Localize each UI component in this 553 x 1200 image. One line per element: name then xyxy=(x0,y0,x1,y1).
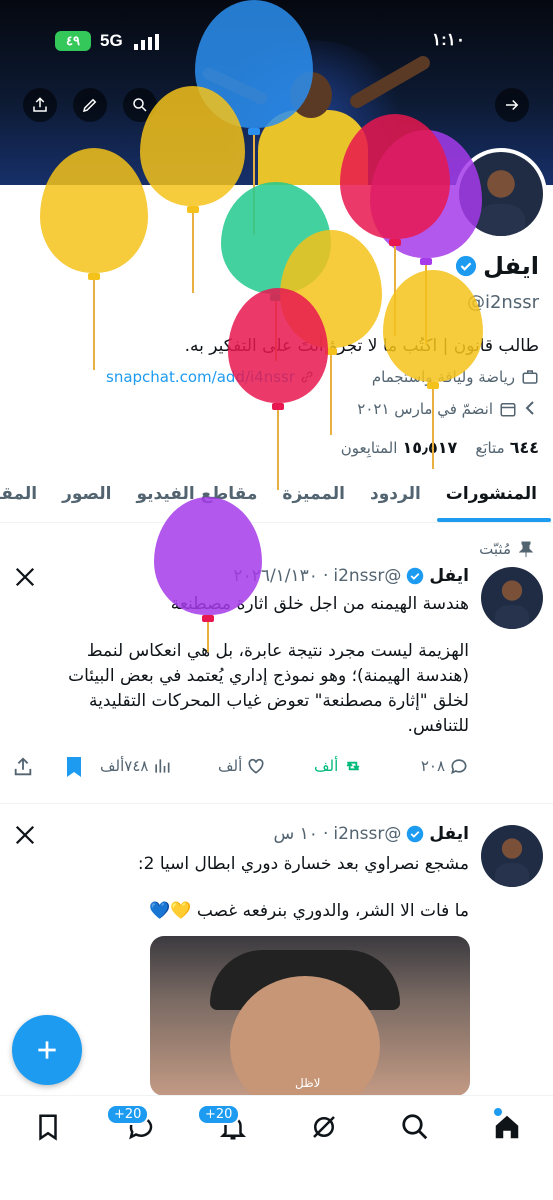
balloon-decoration xyxy=(228,288,328,490)
share-icon xyxy=(33,97,47,112)
arrow-right-icon xyxy=(506,99,519,111)
tweet-divider xyxy=(0,803,553,804)
network-label: 5G xyxy=(100,31,123,50)
retweet-count: ألف xyxy=(314,757,339,775)
status-time: ١:١٠ xyxy=(432,30,466,49)
balloon-decoration xyxy=(40,148,148,370)
pinned-label: مُثبّت xyxy=(479,540,511,558)
tweet-author-name[interactable]: ايفل xyxy=(429,824,469,844)
bottom-navigation: +20 +20 xyxy=(0,1095,553,1200)
following-stat[interactable]: ٦٤٤ متابَع xyxy=(475,438,539,457)
signal-icon xyxy=(134,34,160,54)
reply-button[interactable]: ٢٠٨ xyxy=(421,756,469,776)
home-unread-dot xyxy=(494,1108,502,1116)
compose-button[interactable] xyxy=(12,1015,82,1085)
tweet-text: مشجع نصراوي بعد خسارة دوري ابطال اسيا 2:… xyxy=(29,852,469,924)
video-caption: لاظل xyxy=(295,1076,321,1090)
like-button[interactable]: ألف xyxy=(218,756,266,776)
tweet-header: ايفل @i2nssr · ٢٠٢٦/١/١٣٠ xyxy=(233,566,469,586)
chevron-left-icon[interactable] xyxy=(522,398,538,422)
messages-badge: +20 xyxy=(106,1104,150,1125)
heart-icon xyxy=(248,758,264,774)
reply-count: ٢٠٨ xyxy=(420,757,445,775)
share-icon xyxy=(14,757,32,776)
tweet-time: ١٠ س xyxy=(273,824,318,844)
views-count: ٧٤٨ألف xyxy=(100,757,149,775)
tweet-header: ايفل @i2nssr · ١٠ س xyxy=(273,824,469,844)
tweet-line: لخلق "إثارة مصطنعة" تعوض غياب المحركات ا… xyxy=(88,691,469,711)
battery-level: ٤٩ xyxy=(66,33,80,48)
bookmark-filled-icon xyxy=(67,757,81,777)
tweet-avatar[interactable] xyxy=(478,822,546,890)
tweet-handle: @i2nssr xyxy=(333,566,402,586)
balloon-decoration xyxy=(154,497,262,652)
tweet-handle: @i2nssr xyxy=(333,824,402,844)
views-button[interactable]: ٧٤٨ألف xyxy=(100,756,172,776)
tweet-author-name[interactable]: ايفل xyxy=(429,566,469,586)
verified-badge-icon xyxy=(407,567,424,585)
tab-replies[interactable]: الردود xyxy=(370,484,421,524)
back-button[interactable] xyxy=(495,88,529,122)
tab-articles[interactable]: المقالا xyxy=(0,484,37,524)
profile-name: ايفل xyxy=(483,252,539,280)
bookmark-icon[interactable] xyxy=(33,1112,63,1142)
tabs-divider xyxy=(0,522,553,523)
pin-icon xyxy=(519,541,533,557)
retweet-icon xyxy=(346,761,360,771)
tweet-line: للتنافس. xyxy=(407,716,469,736)
tweet-avatar[interactable] xyxy=(478,564,546,632)
x-logo-icon xyxy=(14,566,36,592)
plus-icon xyxy=(38,1041,56,1059)
pencil-icon xyxy=(82,98,97,113)
tweet-line: مشجع نصراوي بعد خسارة دوري ابطال اسيا 2: xyxy=(137,854,469,874)
bookmark-button[interactable] xyxy=(64,756,84,782)
share-button[interactable] xyxy=(23,88,57,122)
grok-icon[interactable] xyxy=(309,1112,339,1142)
edit-button[interactable] xyxy=(73,88,107,122)
briefcase-icon xyxy=(522,370,538,384)
battery-indicator: ٤٩ xyxy=(55,31,91,51)
home-icon[interactable] xyxy=(492,1112,522,1142)
search-icon[interactable] xyxy=(400,1112,430,1142)
tab-highlights[interactable]: المميزة xyxy=(282,484,345,524)
like-count: ألف xyxy=(218,757,243,775)
balloon-decoration xyxy=(383,270,483,469)
retweet-button[interactable]: ألف xyxy=(314,756,364,776)
tweet-line: (هندسة الهيمنة)؛ وهو نموذج إداري يُعتمد … xyxy=(68,666,469,686)
tab-photos[interactable]: الصور xyxy=(62,484,111,524)
notifications-badge: +20 xyxy=(197,1104,241,1125)
reply-icon xyxy=(451,759,467,775)
verified-badge-icon xyxy=(407,825,424,843)
pinned-indicator: مُثبّت xyxy=(479,540,533,558)
share-tweet-button[interactable] xyxy=(12,756,34,782)
views-icon xyxy=(155,759,170,773)
calendar-icon xyxy=(500,403,516,417)
following-count: ٦٤٤ xyxy=(509,438,539,457)
tweet-line: ما فات الا الشر، والدوري بنرفعه غصب 💛💙 xyxy=(149,901,469,921)
tweet-video[interactable]: لاظل xyxy=(150,936,470,1096)
x-logo-icon xyxy=(14,824,36,850)
